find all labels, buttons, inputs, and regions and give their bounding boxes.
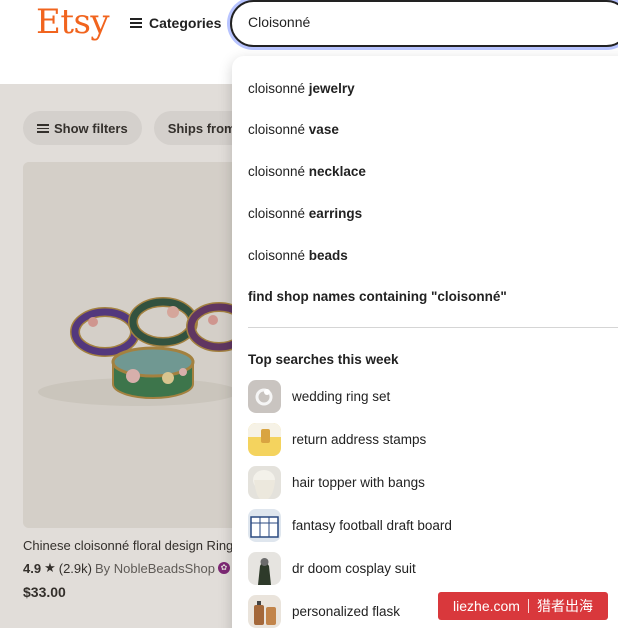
rings-photo (23, 162, 243, 528)
search-suggestions-dropdown: cloisonné jewelry cloisonné vase cloison… (232, 56, 618, 628)
top-search-item[interactable]: dr doom cosplay suit (248, 551, 416, 585)
categories-button[interactable]: Categories (130, 14, 221, 32)
suggestion-earrings[interactable]: cloisonné earrings (248, 206, 362, 221)
top-search-label: hair topper with bangs (292, 474, 425, 490)
suggestion-vase[interactable]: cloisonné vase (248, 122, 339, 137)
suggestion-jewelry[interactable]: cloisonné jewelry (248, 81, 355, 96)
board-photo-icon (248, 508, 281, 542)
top-search-item[interactable]: wedding ring set (248, 379, 390, 413)
ring-photo-icon (248, 379, 281, 413)
costume-photo-icon (248, 551, 281, 585)
watermark-divider (527, 599, 529, 613)
listing-image[interactable] (23, 162, 243, 528)
listing-title[interactable]: Chinese cloisonné floral design Rings (23, 538, 240, 553)
show-filters-button[interactable]: Show filters (23, 111, 142, 145)
top-search-item[interactable]: fantasy football draft board (248, 508, 452, 542)
star-icon: ★ (44, 560, 56, 575)
top-searches-title: Top searches this week (248, 352, 399, 367)
etsy-logo[interactable]: Etsy (36, 2, 110, 42)
hair-photo-icon (248, 465, 281, 499)
stamp-photo-icon (248, 422, 281, 456)
watermark-site: liezhe.com (453, 598, 520, 614)
shop-name-search[interactable]: find shop names containing "cloisonné" (248, 289, 507, 304)
listing-price: $33.00 (23, 584, 66, 600)
top-search-item[interactable]: hair topper with bangs (248, 465, 425, 499)
review-count: (2.9k) (58, 560, 92, 576)
search-input[interactable] (248, 14, 588, 30)
suggestion-necklace[interactable]: cloisonné necklace (248, 164, 366, 179)
top-search-item[interactable]: personalized flask (248, 594, 400, 628)
show-filters-label: Show filters (54, 120, 128, 136)
rating-value: 4.9 (23, 560, 42, 576)
flask-photo-icon (248, 594, 281, 628)
top-search-item[interactable]: return address stamps (248, 422, 426, 456)
star-seller-icon: ✿ (217, 562, 230, 574)
top-search-label: personalized flask (292, 603, 401, 619)
search-box[interactable] (230, 0, 618, 47)
watermark-badge: liezhe.com 猎者出海 (438, 592, 608, 620)
top-search-label: dr doom cosplay suit (292, 560, 416, 576)
top-search-label: return address stamps (292, 431, 427, 447)
menu-icon (130, 18, 142, 28)
watermark-brand: 猎者出海 (536, 598, 593, 614)
top-search-label: wedding ring set (292, 388, 391, 404)
top-search-label: fantasy football draft board (292, 517, 452, 533)
divider (248, 327, 618, 328)
listing-rating: 4.9 ★ (2.9k) By NobleBeadsShop ✿ (23, 560, 230, 576)
shop-name[interactable]: By NobleBeadsShop (95, 561, 215, 576)
suggestion-beads[interactable]: cloisonné beads (248, 248, 348, 263)
categories-label: Categories (149, 15, 222, 31)
filter-icon (37, 123, 49, 133)
